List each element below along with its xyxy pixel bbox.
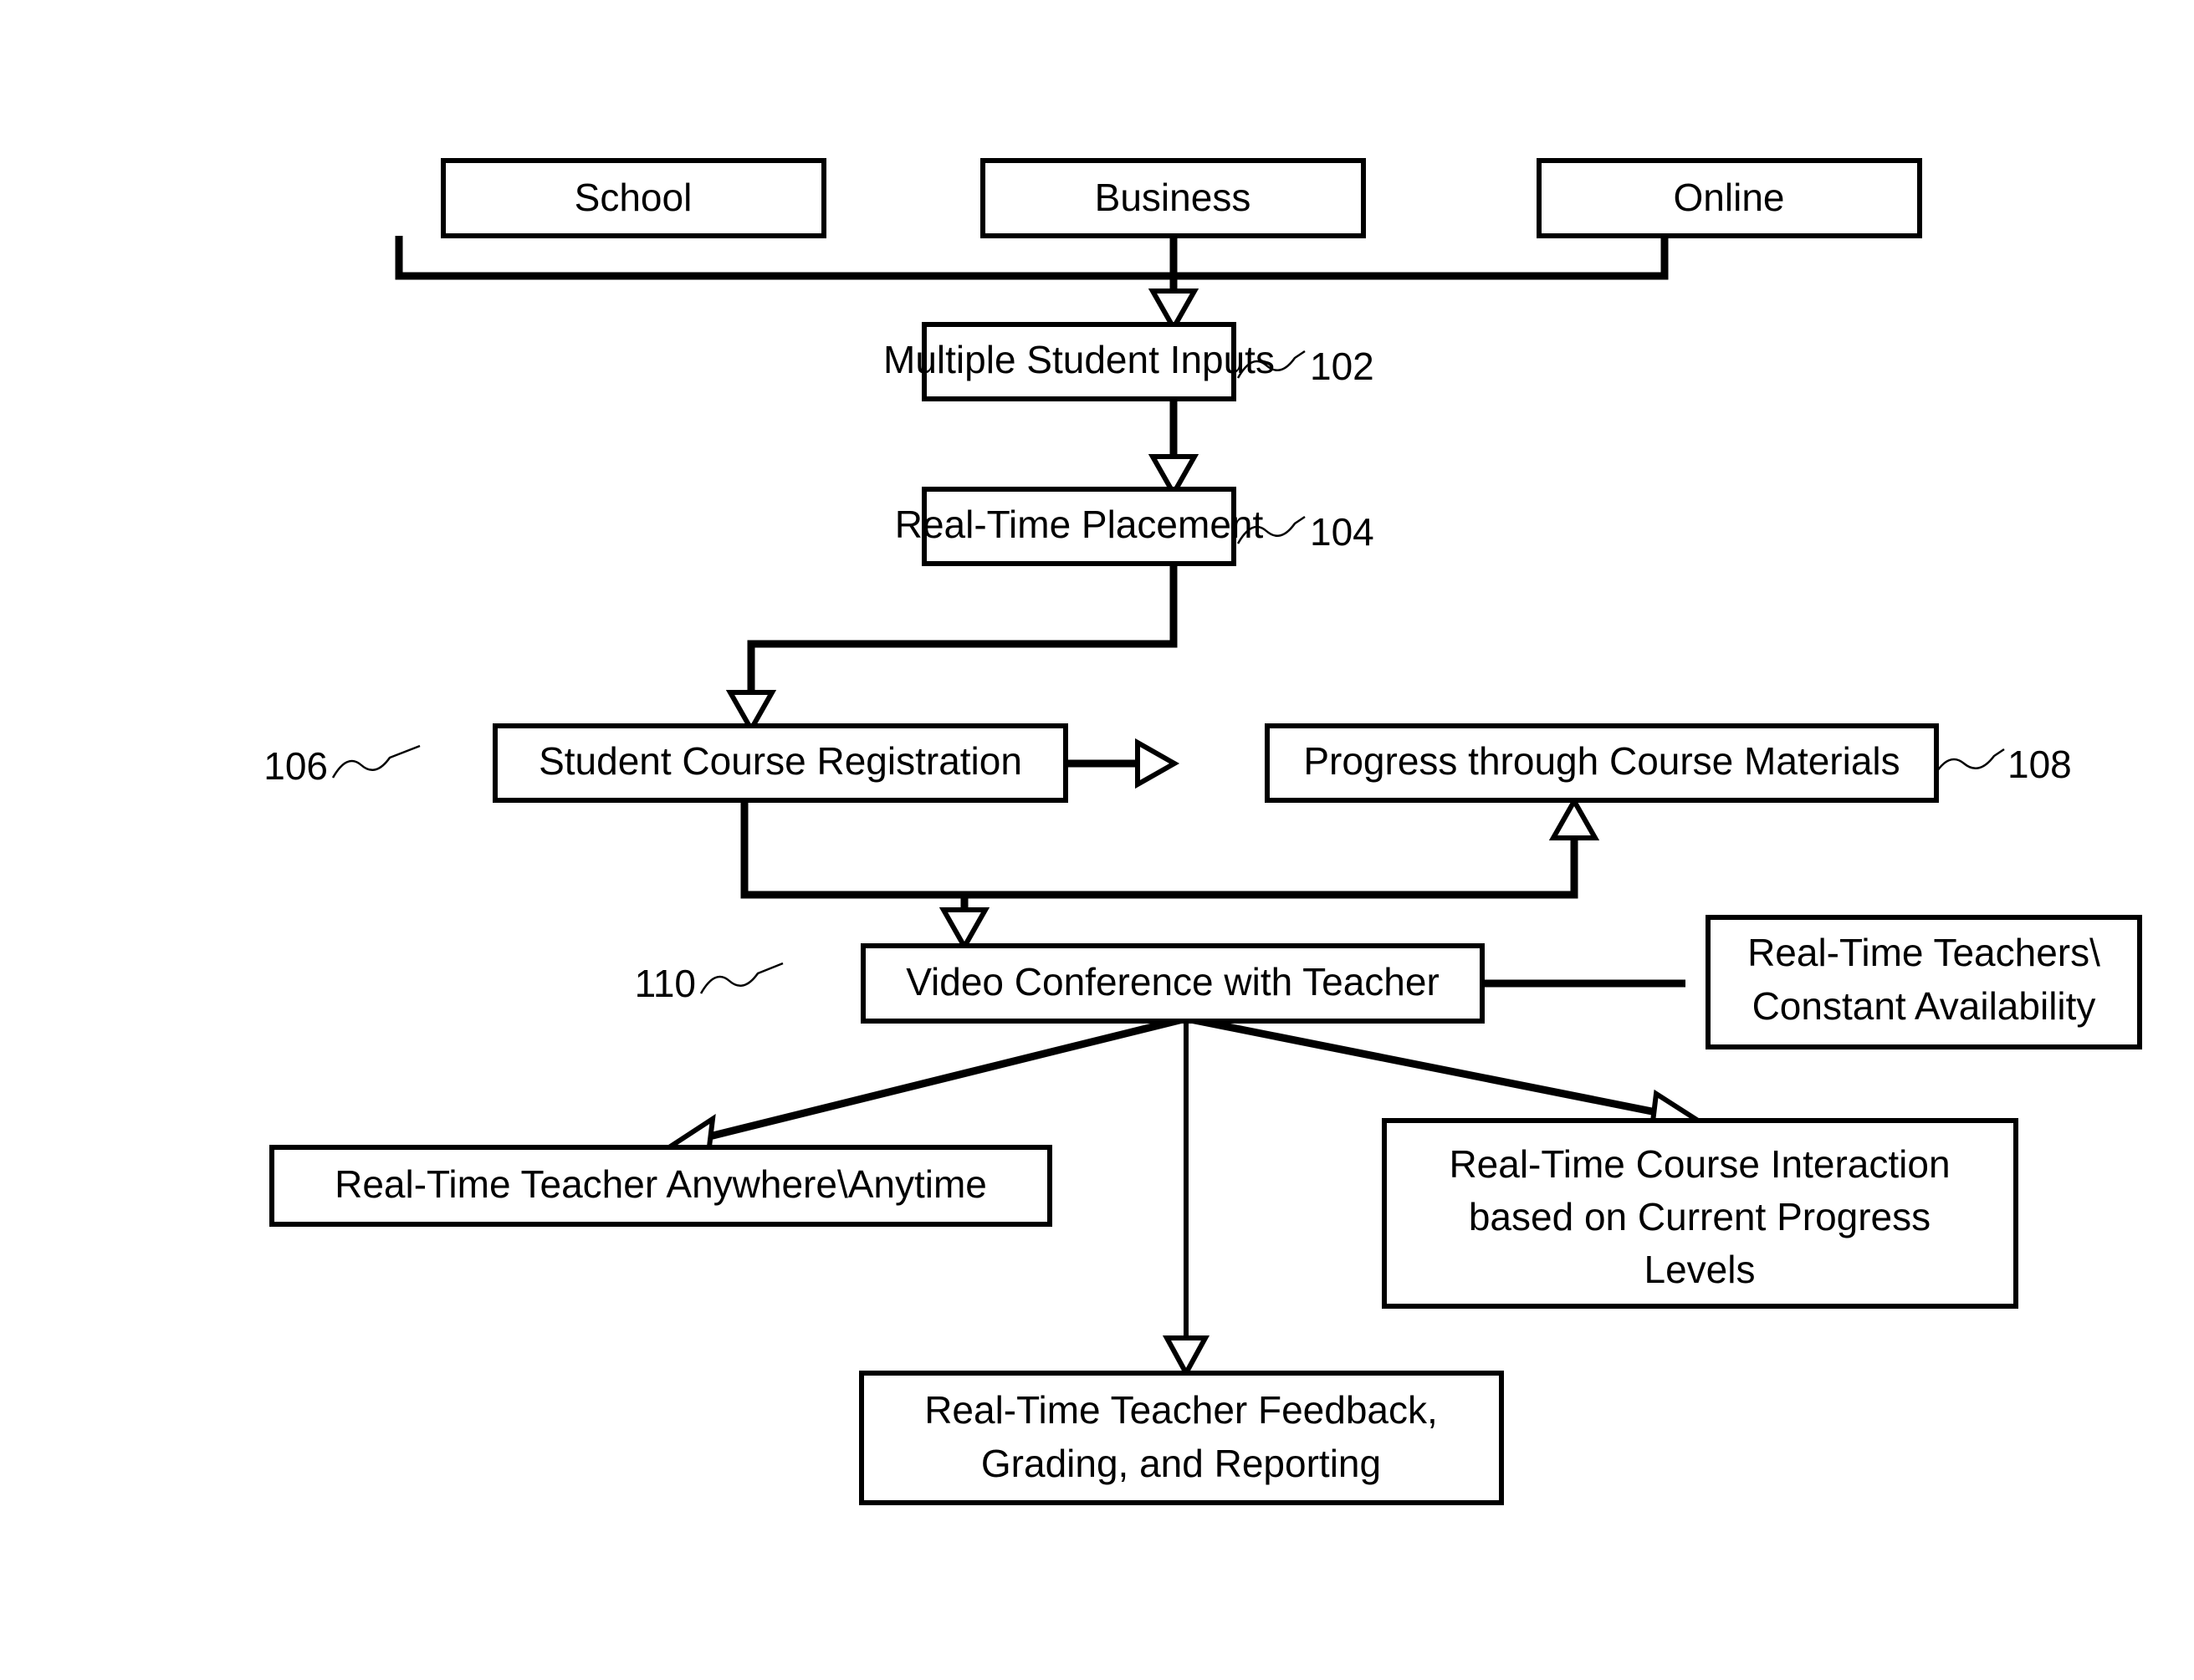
node-layer: School Business Online Multiple Student … [263, 158, 2142, 1505]
node-teacher-feedback-line2: Grading, and Reporting [981, 1442, 1381, 1485]
node-real-time-teachers-line1: Real-Time Teachers\ [1747, 931, 2100, 974]
figure-page: School Business Online Multiple Student … [0, 0, 2194, 1680]
connector-registration-to-video-conference [740, 800, 969, 937]
node-progress-through-course-materials[interactable]: Progress through Course Materials [1265, 723, 1939, 803]
node-course-interaction-line1: Real-Time Course Interaction [1449, 1142, 1950, 1186]
node-teacher-feedback-line1: Real-Time Teacher Feedback, [924, 1388, 1438, 1432]
node-real-time-placement-label: Real-Time Placement [895, 503, 1264, 546]
node-teacher-feedback[interactable]: Real-Time Teacher Feedback, Grading, and… [859, 1371, 1504, 1505]
node-student-course-registration[interactable]: Student Course Registration [493, 723, 1068, 803]
node-multiple-student-inputs[interactable]: Multiple Student Inputs [883, 322, 1275, 401]
node-real-time-placement[interactable]: Real-Time Placement [895, 487, 1264, 566]
node-course-interaction-line3: Levels [1644, 1248, 1756, 1291]
node-course-interaction-line2: based on Current Progress [1469, 1195, 1931, 1238]
leader-110 [699, 962, 784, 994]
node-business[interactable]: Business [980, 158, 1366, 238]
node-video-conference-with-teacher[interactable]: Video Conference with Teacher [861, 943, 1485, 1024]
arrow-head-progress-through-course-materials [1135, 738, 1180, 789]
node-teacher-anywhere-anytime-label: Real-Time Teacher Anywhere\Anytime [335, 1162, 987, 1206]
reference-numeral-110: 110 [635, 962, 696, 1005]
node-school[interactable]: School [441, 158, 826, 238]
node-real-time-teachers-line2: Constant Availability [1752, 984, 2096, 1028]
reference-numeral-106: 106 [263, 744, 328, 788]
connector-video-conference-to-progress [964, 811, 1578, 899]
node-student-course-registration-label: Student Course Registration [539, 739, 1022, 783]
leader-106 [331, 744, 421, 779]
node-progress-through-course-materials-label: Progress through Course Materials [1303, 739, 1900, 783]
node-online-label: Online [1674, 176, 1785, 219]
node-teacher-anywhere-anytime[interactable]: Real-Time Teacher Anywhere\Anytime [269, 1145, 1052, 1227]
reference-numeral-104: 104 [1310, 510, 1374, 554]
node-online[interactable]: Online [1537, 158, 1922, 238]
connector-online-to-bus [1174, 236, 1669, 280]
arrow-head-progress-from-below [1548, 795, 1600, 840]
arrow-head-teacher-feedback [1162, 1335, 1210, 1379]
connector-video-conference-to-anywhere-anytime [684, 1014, 1188, 1146]
node-video-conference-with-teacher-label: Video Conference with Teacher [906, 960, 1440, 1003]
node-school-label: School [575, 176, 693, 219]
node-multiple-student-inputs-label: Multiple Student Inputs [883, 338, 1275, 381]
connector-placement-to-registration [747, 563, 1178, 719]
reference-numeral-108: 108 [2007, 743, 2072, 786]
reference-numeral-102: 102 [1310, 345, 1374, 388]
node-business-label: Business [1095, 176, 1251, 219]
node-real-time-teachers[interactable]: Real-Time Teachers\ Constant Availabilit… [1706, 915, 2142, 1049]
flowchart-svg: School Business Online Multiple Student … [263, 158, 2142, 1505]
node-course-interaction[interactable]: Real-Time Course Interaction based on Cu… [1382, 1118, 2018, 1309]
connector-school-to-bus [395, 236, 1174, 280]
arrow-head-video-conference [938, 907, 990, 952]
connector-video-conference-to-course-interaction [1185, 1014, 1682, 1121]
leader-108 [1932, 748, 2005, 777]
